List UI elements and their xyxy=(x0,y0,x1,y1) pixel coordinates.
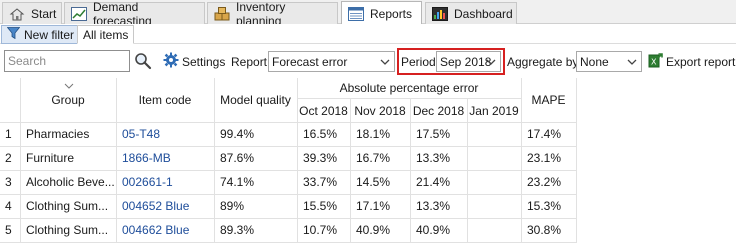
tab-dashboard[interactable]: Dashboard xyxy=(425,2,517,24)
ape-cell: 40.9% xyxy=(356,223,391,237)
column-header-month[interactable]: Oct 2018 xyxy=(297,104,350,118)
forecast-error-table: Group Item code Model quality Absolute p… xyxy=(0,78,736,243)
ape-cell: 13.3% xyxy=(416,199,451,213)
model-quality-cell: 89% xyxy=(220,199,245,213)
settings-button[interactable]: Settings xyxy=(163,52,225,71)
report-select-value: Forecast error xyxy=(272,54,348,69)
mape-cell: 15.3% xyxy=(527,199,562,213)
ape-cell: 15.5% xyxy=(303,199,338,213)
sort-arrow-icon[interactable] xyxy=(64,78,74,89)
ape-cell: 16.5% xyxy=(303,127,338,141)
item-code-link[interactable]: 1866-MB xyxy=(122,151,171,165)
group-cell: Furniture xyxy=(26,151,75,165)
item-code-link[interactable]: 004662 Blue xyxy=(122,223,189,237)
filter-icon xyxy=(6,27,21,42)
chevron-down-icon xyxy=(486,56,496,66)
ape-cell: 14.5% xyxy=(356,175,391,189)
all-items-label: All items xyxy=(83,27,129,42)
home-icon xyxy=(9,7,25,21)
row-number: 1 xyxy=(5,127,12,141)
ape-cell: 40.9% xyxy=(416,223,451,237)
ape-cell: 10.7% xyxy=(303,223,338,237)
column-header-month[interactable]: Nov 2018 xyxy=(350,104,410,118)
aggregate-select-value: None xyxy=(580,54,609,69)
ape-cell: 17.5% xyxy=(416,127,451,141)
column-header-month[interactable]: Dec 2018 xyxy=(410,104,467,118)
column-header-group[interactable]: Group xyxy=(20,93,116,107)
chart-icon xyxy=(71,6,87,21)
column-header-model-quality[interactable]: Model quality xyxy=(214,93,297,107)
item-code-link[interactable]: 002661-1 xyxy=(122,175,173,189)
chevron-down-icon xyxy=(380,56,390,66)
chevron-down-icon xyxy=(627,56,637,66)
ape-cell: 33.7% xyxy=(303,175,338,189)
model-quality-cell: 87.6% xyxy=(220,151,255,165)
new-filter-button[interactable]: New filter xyxy=(1,25,81,44)
gear-icon xyxy=(163,52,179,71)
export-report-button[interactable]: X Export report xyxy=(648,52,735,71)
tab-start-label: Start xyxy=(31,6,57,21)
report-toolbar: Settings Report Forecast error Period Se… xyxy=(0,44,736,78)
item-code-link[interactable]: 05-T48 xyxy=(122,127,160,141)
row-number: 5 xyxy=(5,223,12,237)
row-number: 2 xyxy=(5,151,12,165)
svg-text:X: X xyxy=(651,58,657,67)
tab-demand-forecasting[interactable]: Demand forecasting xyxy=(64,0,205,28)
mape-cell: 23.2% xyxy=(527,175,562,189)
aggregate-select[interactable]: None xyxy=(576,51,642,72)
group-cell: Alcoholic Beve... xyxy=(26,175,114,189)
boxes-icon xyxy=(214,6,230,21)
column-header-month[interactable]: Jan 2019 xyxy=(467,104,521,118)
mape-cell: 17.4% xyxy=(527,127,562,141)
ape-cell: 16.7% xyxy=(356,151,391,165)
tab-all-items[interactable]: All items xyxy=(77,25,135,44)
row-number: 3 xyxy=(5,175,12,189)
export-report-label: Export report xyxy=(666,54,736,69)
tab-reports-label: Reports xyxy=(370,6,413,21)
ape-cell: 13.3% xyxy=(416,151,451,165)
report-subtab-strip: New filter All items xyxy=(0,24,736,44)
tab-inventory-planning[interactable]: Inventory planning xyxy=(207,0,338,28)
tab-reports[interactable]: Reports xyxy=(341,1,422,25)
ape-cell: 18.1% xyxy=(356,127,391,141)
column-header-ape-group: Absolute percentage error xyxy=(339,81,479,95)
ape-cell: 39.3% xyxy=(303,151,338,165)
settings-label: Settings xyxy=(182,54,226,69)
mape-cell: 23.1% xyxy=(527,151,562,165)
report-label: Report xyxy=(231,55,268,69)
export-icon: X xyxy=(648,52,664,71)
search-icon[interactable] xyxy=(134,52,152,70)
ape-cell: 21.4% xyxy=(416,175,451,189)
tab-start[interactable]: Start xyxy=(2,2,62,24)
period-select-value: Sep 2018 xyxy=(440,54,492,69)
tab-dashboard-label: Dashboard xyxy=(454,6,513,21)
dashboard-icon xyxy=(432,6,448,21)
item-code-link[interactable]: 004652 Blue xyxy=(122,199,189,213)
new-filter-label: New filter xyxy=(24,27,75,42)
main-tab-strip: Start Demand forecasting Inventory plann… xyxy=(0,0,736,28)
group-cell: Clothing Sum... xyxy=(26,223,109,237)
model-quality-cell: 74.1% xyxy=(220,175,255,189)
mape-cell: 30.8% xyxy=(527,223,562,237)
aggregate-label: Aggregate by xyxy=(507,55,579,69)
column-header-item-code[interactable]: Item code xyxy=(116,93,214,107)
period-label: Period xyxy=(401,55,436,69)
ape-cell: 17.1% xyxy=(356,199,391,213)
group-cell: Pharmacies xyxy=(26,127,90,141)
model-quality-cell: 89.3% xyxy=(220,223,255,237)
model-quality-cell: 99.4% xyxy=(220,127,255,141)
column-header-mape[interactable]: MAPE xyxy=(521,93,576,107)
period-select[interactable]: Sep 2018 xyxy=(436,51,501,72)
report-select[interactable]: Forecast error xyxy=(268,51,395,72)
group-cell: Clothing Sum... xyxy=(26,199,109,213)
search-input[interactable] xyxy=(4,50,130,72)
row-number: 4 xyxy=(5,199,12,213)
report-icon xyxy=(348,6,364,21)
